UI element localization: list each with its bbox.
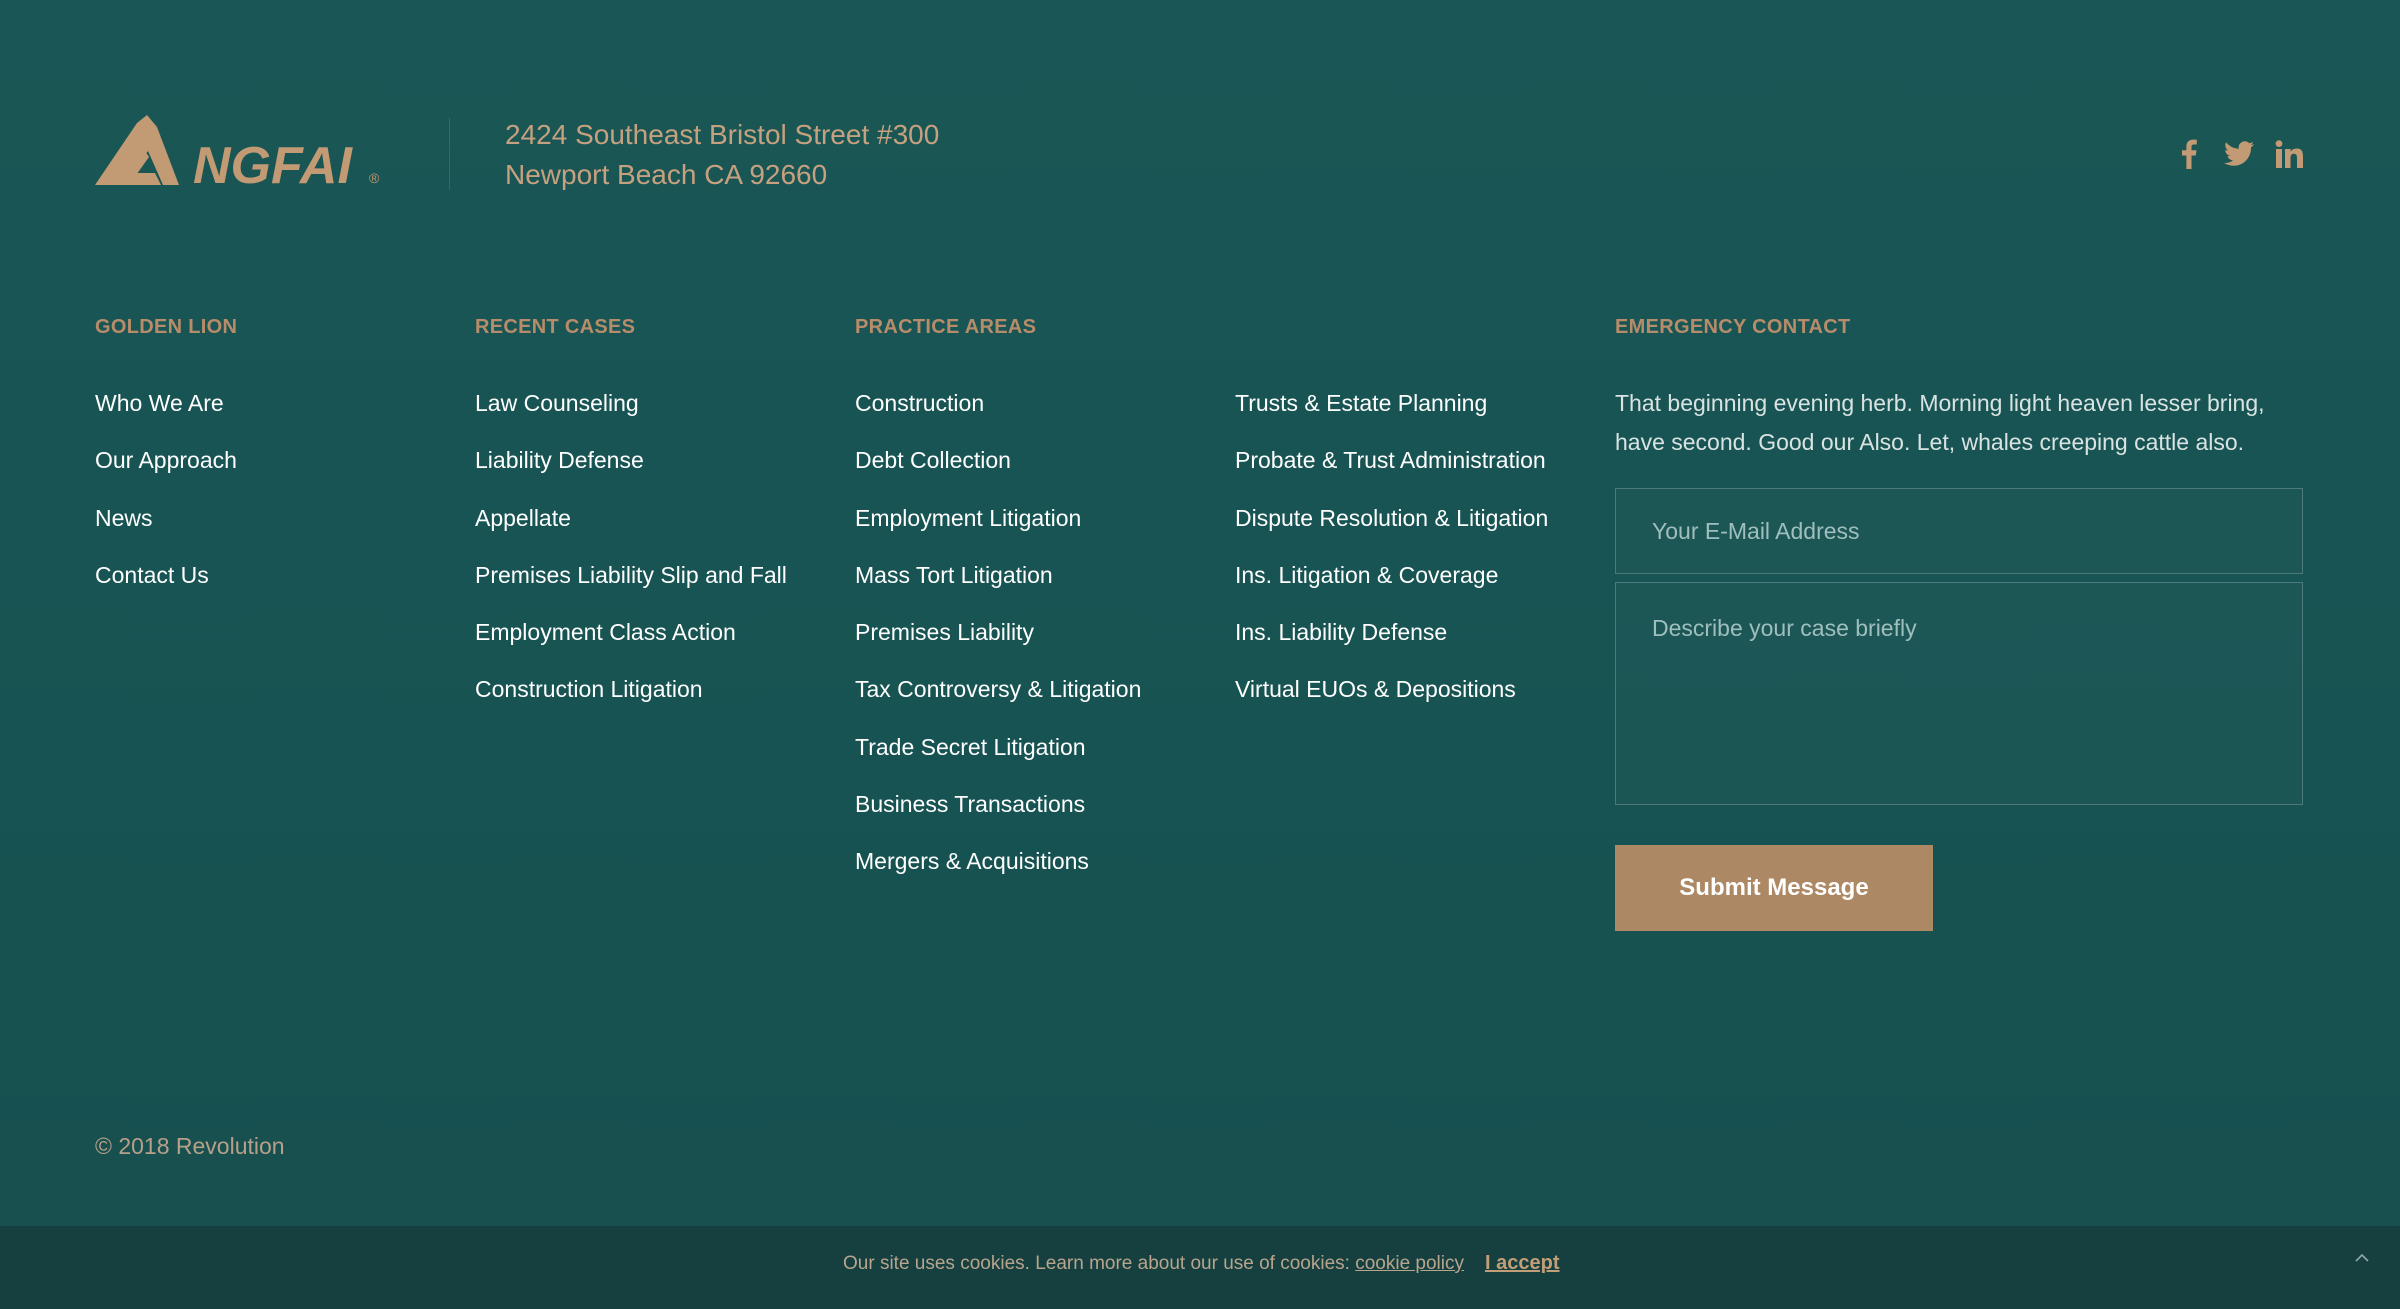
logo-registered-mark: ® (369, 170, 380, 186)
facebook-icon[interactable] (2174, 138, 2204, 170)
link-ins-liability-defense[interactable]: Ins. Liability Defense (1235, 613, 1548, 670)
link-employment-litigation[interactable]: Employment Litigation (855, 499, 1141, 556)
golden-lion-heading: GOLDEN LION (95, 316, 238, 338)
link-premises-liability[interactable]: Premises Liability (855, 613, 1141, 670)
link-appellate[interactable]: Appellate (475, 499, 787, 556)
linkedin-icon[interactable] (2274, 138, 2304, 170)
link-who-we-are[interactable]: Who We Are (95, 384, 237, 441)
recent-cases-heading: RECENT CASES (475, 316, 636, 338)
email-input[interactable] (1616, 489, 2302, 573)
logo-wordmark: NGFAI (193, 137, 353, 187)
accept-cookies-button[interactable]: I accept (1485, 1252, 1559, 1275)
cookie-bar: Our site uses cookies. Learn more about … (0, 1226, 2400, 1309)
link-construction[interactable]: Construction (855, 384, 1141, 441)
emergency-contact-heading: EMERGENCY CONTACT (1615, 316, 1851, 338)
submit-message-button[interactable]: Submit Message (1615, 845, 1933, 931)
link-virtual-euos-depositions[interactable]: Virtual EUOs & Depositions (1235, 670, 1548, 727)
emergency-description: That beginning evening herb. Morning lig… (1615, 390, 2265, 455)
link-employment-class-action[interactable]: Employment Class Action (475, 613, 787, 670)
link-law-counseling[interactable]: Law Counseling (475, 384, 787, 441)
link-debt-collection[interactable]: Debt Collection (855, 441, 1141, 498)
recent-cases-links: Law Counseling Liability Defense Appella… (475, 384, 787, 728)
address-line-1: 2424 Southeast Bristol Street #300 (505, 119, 940, 150)
link-probate-trust-administration[interactable]: Probate & Trust Administration (1235, 441, 1548, 498)
site-footer: NGFAI ® 2424 Southeast Bristol Street #3… (0, 0, 2400, 1226)
link-business-transactions[interactable]: Business Transactions (855, 785, 1141, 842)
link-liability-defense[interactable]: Liability Defense (475, 441, 787, 498)
cookie-message-text: Our site uses cookies. Learn more about … (843, 1253, 1350, 1274)
link-news[interactable]: News (95, 499, 237, 556)
practice-areas-links-a: Construction Debt Collection Employment … (855, 384, 1141, 900)
link-trusts-estate-planning[interactable]: Trusts & Estate Planning (1235, 384, 1548, 441)
link-construction-litigation[interactable]: Construction Litigation (475, 670, 787, 727)
link-our-approach[interactable]: Our Approach (95, 441, 237, 498)
link-trade-secret-litigation[interactable]: Trade Secret Litigation (855, 728, 1141, 785)
twitter-icon[interactable] (2224, 138, 2254, 170)
copyright-text: © 2018 Revolution (95, 1133, 285, 1159)
link-tax-controversy[interactable]: Tax Controversy & Litigation (855, 670, 1141, 727)
link-premises-liability-slip-fall[interactable]: Premises Liability Slip and Fall (475, 556, 787, 613)
address-line-2: Newport Beach CA 92660 (505, 159, 828, 190)
cookie-policy-link[interactable]: cookie policy (1355, 1253, 1464, 1274)
link-mergers-acquisitions[interactable]: Mergers & Acquisitions (855, 842, 1141, 899)
case-description-input[interactable] (1616, 583, 2302, 804)
case-field-wrapper (1615, 582, 2303, 805)
header-divider (449, 118, 450, 190)
golden-lion-links: Who We Are Our Approach News Contact Us (95, 384, 237, 613)
link-dispute-resolution[interactable]: Dispute Resolution & Litigation (1235, 499, 1548, 556)
logo-graphic: NGFAI ® (95, 115, 380, 187)
link-mass-tort-litigation[interactable]: Mass Tort Litigation (855, 556, 1141, 613)
cookie-message: Our site uses cookies. Learn more about … (843, 1253, 1464, 1275)
brand-logo[interactable]: NGFAI ® (95, 115, 380, 187)
social-links (2174, 138, 2304, 170)
email-field-wrapper (1615, 488, 2303, 574)
chevron-up-icon[interactable] (2350, 1246, 2374, 1270)
link-ins-litigation-coverage[interactable]: Ins. Litigation & Coverage (1235, 556, 1548, 613)
link-contact-us[interactable]: Contact Us (95, 556, 237, 613)
practice-areas-heading: PRACTICE AREAS (855, 316, 1037, 338)
practice-areas-links-b: Trusts & Estate Planning Probate & Trust… (1235, 384, 1548, 728)
office-address: 2424 Southeast Bristol Street #300 Newpo… (505, 115, 939, 195)
